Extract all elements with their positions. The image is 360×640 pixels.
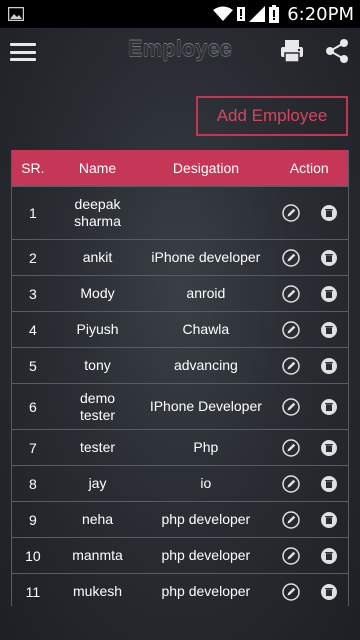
delete-icon[interactable] (320, 583, 338, 601)
edit-icon[interactable] (282, 248, 301, 267)
table-row: 9 neha php developer (12, 502, 348, 538)
edit-icon[interactable] (282, 204, 301, 222)
cell-action (270, 397, 348, 416)
edit-icon[interactable] (282, 546, 301, 565)
cell-sr: 7 (28, 439, 37, 456)
delete-icon[interactable] (320, 398, 338, 416)
battery-icon (269, 5, 280, 23)
header-sr: SR. (21, 160, 45, 176)
cell-action (270, 438, 348, 457)
delete-icon[interactable] (320, 547, 338, 565)
cell-designation: io (200, 475, 212, 491)
cell-sr: 3 (28, 285, 37, 302)
cell-sr: 9 (28, 511, 37, 528)
cell-designation: Php (193, 439, 219, 455)
table-row: 5 tony advancing (12, 348, 348, 384)
cell-name: manmta (72, 547, 123, 563)
table-row: 11 mukesh php developer (12, 574, 348, 606)
delete-icon[interactable] (320, 204, 338, 222)
delete-icon[interactable] (320, 511, 338, 529)
print-icon[interactable] (280, 38, 304, 64)
table-row: 2 ankit iPhone developer (12, 240, 348, 276)
table-row: 6 demo tester IPhone Developer (12, 384, 348, 430)
header-designation: Desigation (172, 159, 240, 176)
cell-action (270, 204, 348, 222)
table-row: 1 deepak sharma (12, 186, 348, 240)
cell-action (270, 248, 348, 267)
alert-icon (237, 7, 246, 21)
cell-sr: 4 (28, 321, 37, 338)
edit-icon[interactable] (282, 397, 301, 416)
share-icon[interactable] (325, 38, 349, 64)
table-row: 8 jay io (12, 466, 348, 502)
wifi-icon (213, 6, 234, 21)
edit-icon[interactable] (282, 510, 301, 529)
edit-icon[interactable] (282, 582, 301, 601)
cell-name: jay (88, 475, 107, 491)
cell-designation: IPhone Developer (149, 398, 262, 414)
menu-icon[interactable] (10, 40, 36, 64)
cell-action (270, 582, 348, 601)
cell-designation: advancing (173, 357, 238, 373)
cell-sr: 10 (25, 547, 41, 564)
delete-icon[interactable] (320, 321, 338, 339)
delete-icon[interactable] (320, 249, 338, 267)
cell-name: tony (84, 357, 111, 373)
cell-action (270, 546, 348, 565)
employee-table: SR. Name Desigation Action 1 deepak sharm… (11, 150, 349, 606)
delete-icon[interactable] (320, 357, 338, 375)
cell-action (270, 284, 348, 303)
cell-sr: 1 (28, 205, 37, 221)
header-name: Name (78, 159, 117, 176)
edit-icon[interactable] (282, 438, 301, 457)
cell-name: tester (80, 439, 116, 455)
table-header: SR. Name Desigation Action (12, 150, 348, 186)
cell-name: ankit (82, 249, 113, 265)
cell-designation: php developer (161, 547, 251, 563)
cell-name: neha (81, 511, 114, 527)
cell-sr: 11 (25, 583, 41, 600)
cell-name: deepak sharma (74, 196, 121, 229)
edit-icon[interactable] (282, 356, 301, 375)
add-employee-button[interactable]: Add Employee (196, 96, 348, 136)
status-bar: 6:20PM (0, 0, 360, 28)
edit-icon[interactable] (282, 320, 301, 339)
cell-action (270, 320, 348, 339)
cell-sr: 6 (28, 398, 37, 415)
cell-name: Mody (80, 285, 115, 301)
cell-sr: 8 (28, 475, 37, 492)
table-body: 1 deepak sharma 2 ankit iPhone developer 3 Mod… (12, 186, 348, 606)
delete-icon[interactable] (320, 439, 338, 457)
table-row: 3 Mody anroid (12, 276, 348, 312)
table-row: 4 Piyush Chawla (12, 312, 348, 348)
cell-sr: 2 (28, 249, 37, 266)
image-icon (8, 7, 24, 21)
cell-designation: php developer (161, 511, 251, 527)
cell-designation: Chawla (182, 321, 230, 337)
cell-action (270, 510, 348, 529)
cell-name: Piyush (76, 321, 119, 337)
app-bar: Employee (0, 28, 360, 76)
edit-icon[interactable] (282, 474, 301, 493)
delete-icon[interactable] (320, 475, 338, 493)
cell-action (270, 474, 348, 493)
cell-sr: 5 (28, 357, 37, 374)
table-row: 7 tester Php (12, 430, 348, 466)
signal-icon (249, 6, 266, 22)
table-row: 10 manmta php developer (12, 538, 348, 574)
cell-name: mukesh (73, 583, 123, 599)
header-action: Action (289, 160, 329, 176)
edit-icon[interactable] (282, 284, 301, 303)
page-title: Employee (128, 36, 232, 61)
cell-designation: anroid (186, 285, 226, 301)
status-time: 6:20PM (287, 3, 354, 25)
cell-designation: iPhone developer (151, 249, 261, 265)
delete-icon[interactable] (320, 285, 338, 303)
cell-action (270, 356, 348, 375)
cell-name: demo tester (80, 389, 116, 423)
cell-designation: php developer (161, 583, 251, 599)
